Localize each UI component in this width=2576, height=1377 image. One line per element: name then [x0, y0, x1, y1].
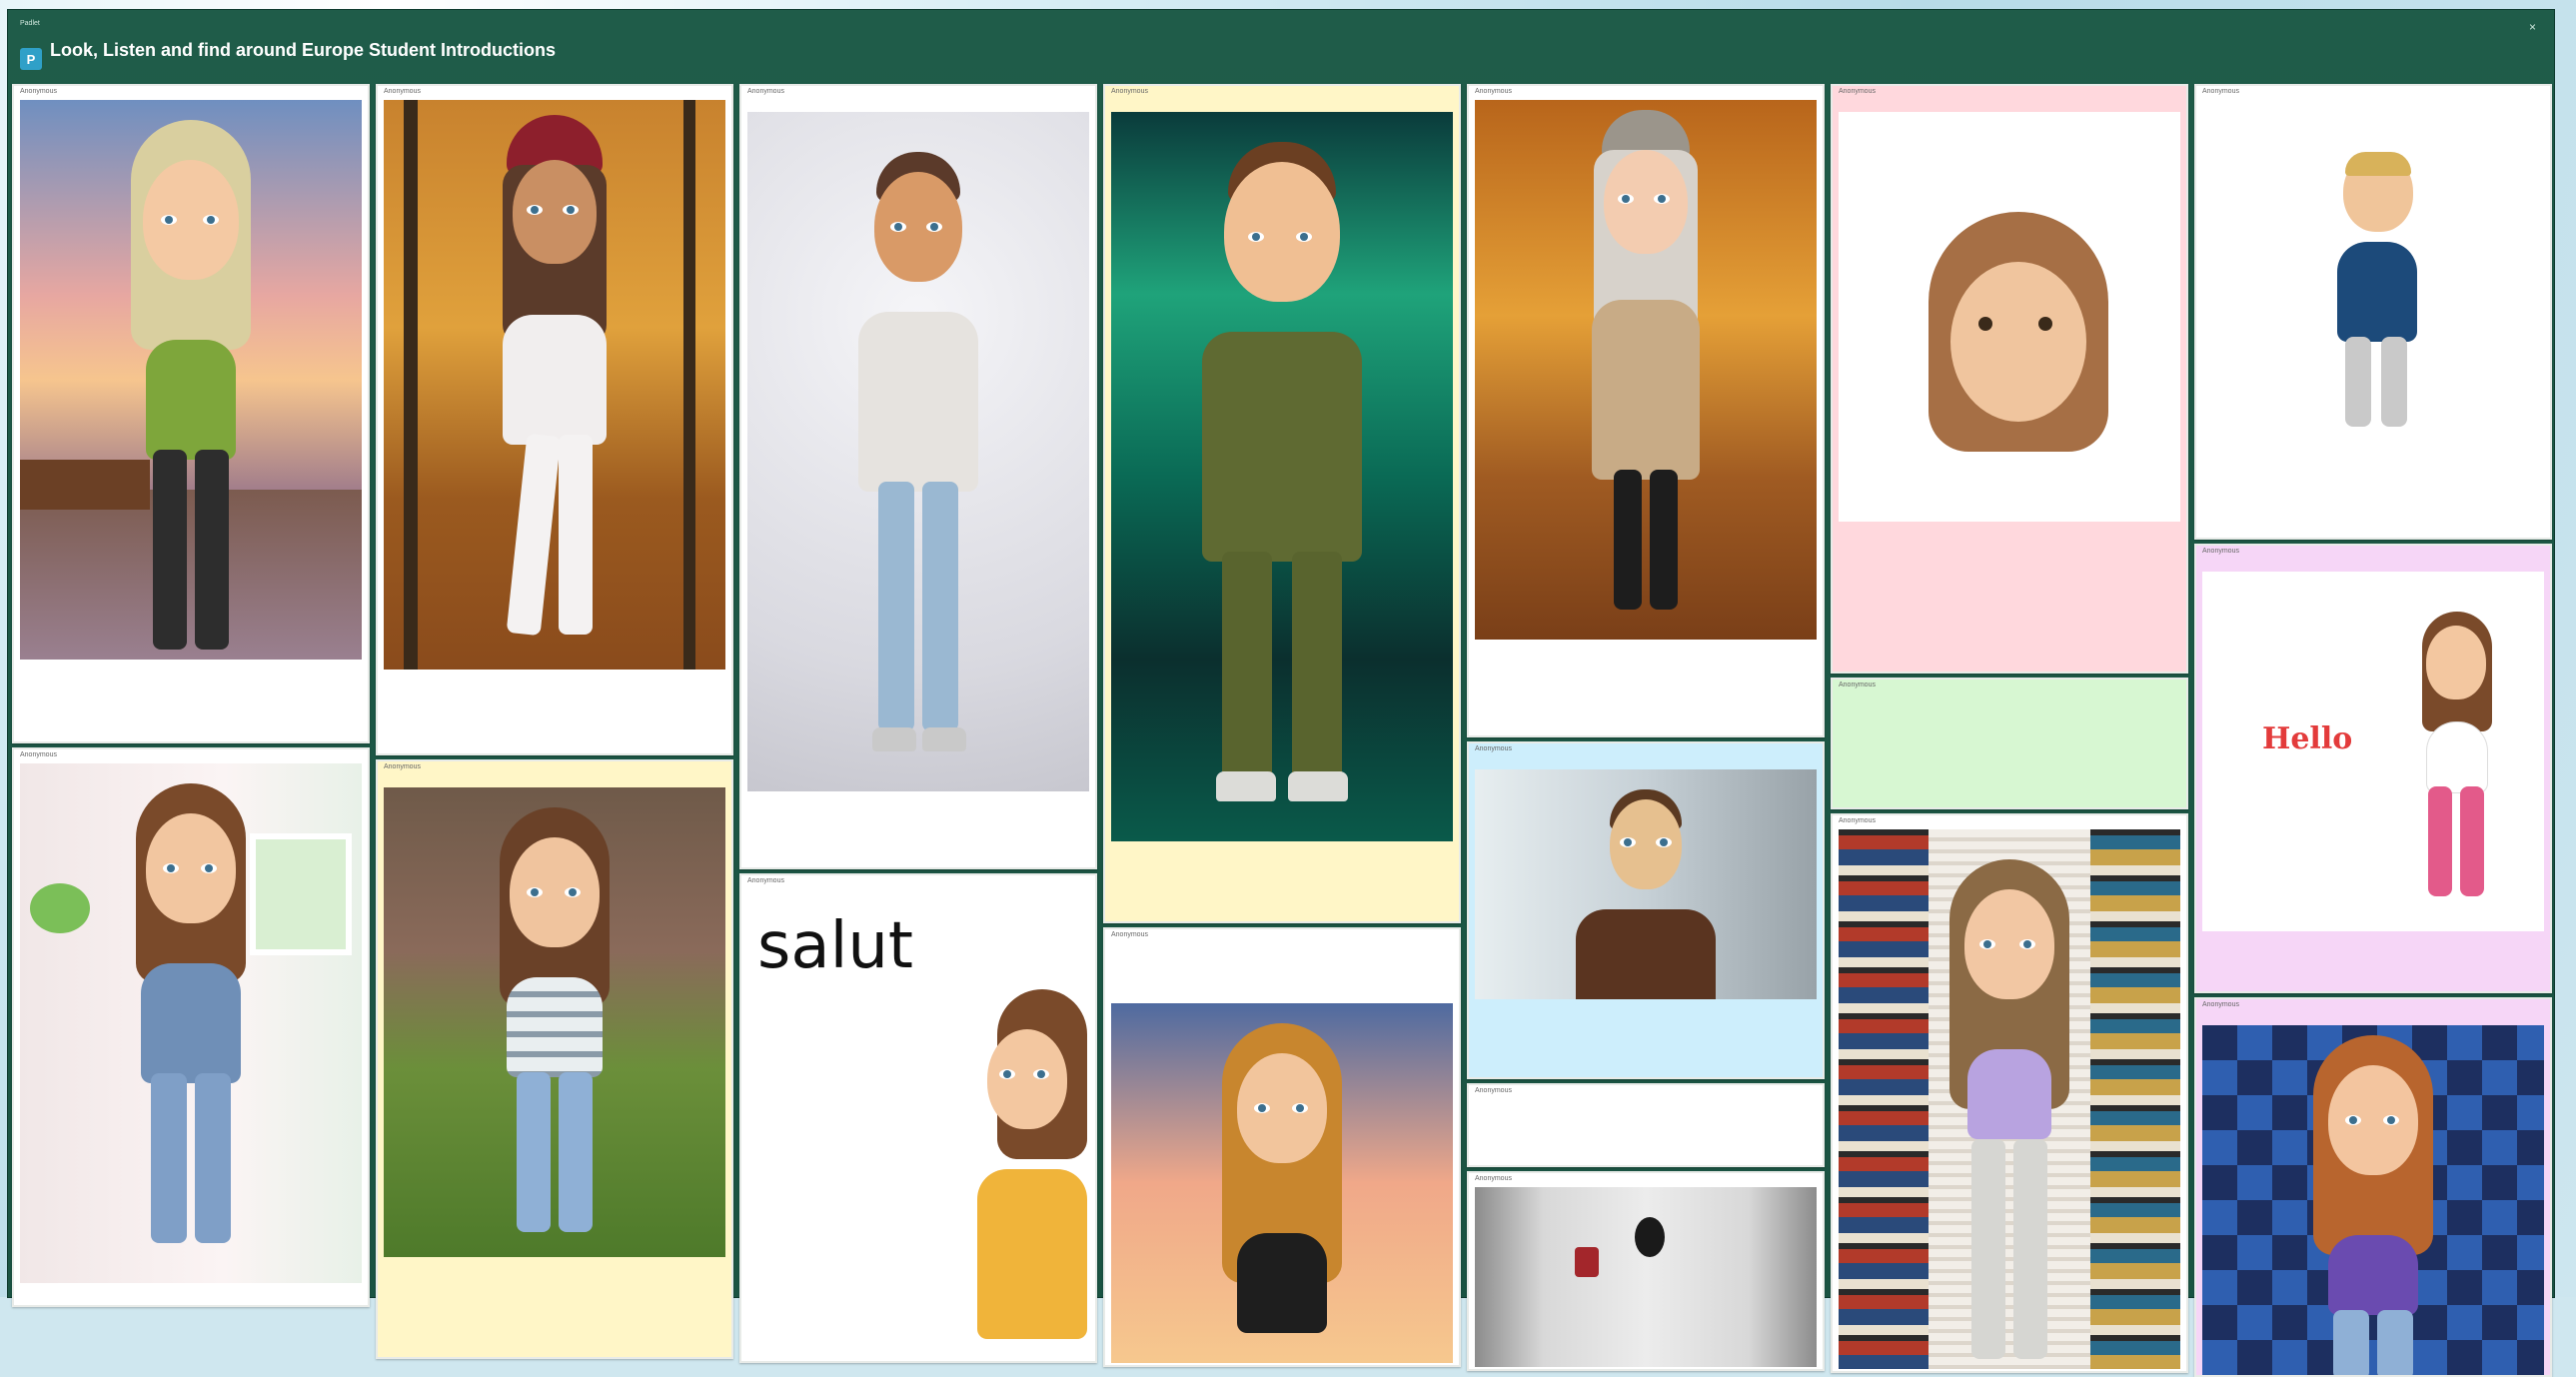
avatar-image	[2202, 112, 2544, 452]
post-footer	[14, 668, 368, 672]
avatar-image	[1475, 769, 1817, 999]
salut-drawing-image: salut	[747, 889, 1089, 1339]
post-card[interactable]: Anonymous	[1467, 1083, 1825, 1167]
post-card[interactable]: Anonymous	[2194, 997, 2552, 1377]
post-author: Anonymous	[747, 877, 784, 884]
board-breadcrumb[interactable]: Padlet	[20, 20, 40, 27]
post-body	[1469, 1099, 1823, 1107]
post-card[interactable]: Anonymous	[1467, 84, 1825, 737]
post-author: Anonymous	[1475, 1087, 1512, 1094]
post-subject	[1833, 693, 2186, 705]
post-author: Anonymous	[1475, 88, 1512, 95]
post-subject	[1833, 100, 2186, 112]
post-author: Anonymous	[384, 763, 421, 770]
post-body	[1469, 999, 1823, 1007]
post-subject	[2196, 1013, 2550, 1025]
post-subject	[1105, 100, 1459, 112]
post-subject	[1105, 943, 1459, 955]
post-author: Anonymous	[384, 88, 421, 95]
post-subject	[2196, 100, 2550, 112]
memoji-image	[1839, 112, 2180, 522]
post-author: Anonymous	[1475, 745, 1512, 752]
avatar-image	[1839, 829, 2180, 1369]
post-author: Anonymous	[20, 751, 57, 758]
post-body	[14, 660, 368, 668]
post-body	[741, 791, 1095, 799]
post-card[interactable]: Anonymous	[376, 759, 733, 1359]
post-subject	[741, 100, 1095, 112]
post-author: Anonymous	[1839, 817, 1876, 824]
hello-avatar-image: Hello	[2202, 572, 2544, 931]
post-card[interactable]: Anonymous	[1831, 813, 2188, 1373]
avatar-image	[1475, 100, 1817, 640]
post-card[interactable]: Anonymous	[1831, 84, 2188, 674]
post-card[interactable]: Anonymous salut	[739, 873, 1097, 1363]
avatar-image	[20, 100, 362, 660]
post-card[interactable]: Anonymous	[1467, 1171, 1825, 1371]
post-author: Anonymous	[747, 88, 784, 95]
post-author: Anonymous	[20, 88, 57, 95]
post-card[interactable]: Anonymous	[1467, 741, 1825, 1079]
post-card[interactable]: Anonymous	[1103, 84, 1461, 923]
avatar-image	[1111, 1003, 1453, 1363]
post-body	[2196, 452, 2550, 460]
post-author: Anonymous	[2202, 1001, 2239, 1008]
post-author: Anonymous	[2202, 88, 2239, 95]
post-body	[1833, 522, 2186, 530]
post-author: Anonymous	[1475, 1175, 1512, 1182]
post-author: Anonymous	[1111, 931, 1148, 938]
post-body	[1105, 841, 1459, 849]
post-card[interactable]: Anonymous	[739, 84, 1097, 869]
post-body	[1469, 640, 1823, 648]
post-card[interactable]: Anonymous	[2194, 84, 2552, 540]
post-card[interactable]: Anonymous	[1103, 927, 1461, 1367]
post-body	[1105, 955, 1459, 1003]
post-body	[378, 670, 731, 678]
post-subject	[378, 775, 731, 787]
avatar-image	[20, 763, 362, 1283]
avatar-image	[384, 787, 725, 1257]
board-title: Look, Listen and find around Europe Stud…	[50, 40, 556, 60]
post-body	[2196, 931, 2550, 939]
post-author: Anonymous	[1839, 88, 1876, 95]
post-card[interactable]: Anonymous	[1831, 678, 2188, 809]
board-logo-icon: P	[20, 48, 42, 70]
post-body	[1833, 705, 2186, 713]
post-subject	[1469, 757, 1823, 769]
avatar-image	[1475, 1187, 1817, 1367]
avatar-image	[384, 100, 725, 670]
post-card[interactable]: Anonymous Hello	[2194, 544, 2552, 993]
board-header: Padlet P Look, Listen and find around Eu…	[8, 10, 2554, 80]
post-author: Anonymous	[1839, 682, 1876, 688]
avatar-image	[1111, 112, 1453, 841]
image-text-hello: Hello	[2262, 721, 2353, 756]
post-card[interactable]: Anonymous	[12, 747, 370, 1307]
close-icon[interactable]: ×	[2529, 20, 2536, 34]
post-author: Anonymous	[1111, 88, 1148, 95]
post-card[interactable]: Anonymous	[12, 84, 370, 743]
avatar-image	[2202, 1025, 2544, 1375]
avatar-image	[747, 112, 1089, 791]
padlet-board: Padlet P Look, Listen and find around Eu…	[8, 10, 2554, 1377]
post-footer	[1469, 1107, 1823, 1111]
post-card[interactable]: Anonymous	[376, 84, 733, 755]
post-author: Anonymous	[2202, 548, 2239, 555]
post-subject	[2196, 560, 2550, 572]
image-text-salut: salut	[757, 909, 913, 983]
